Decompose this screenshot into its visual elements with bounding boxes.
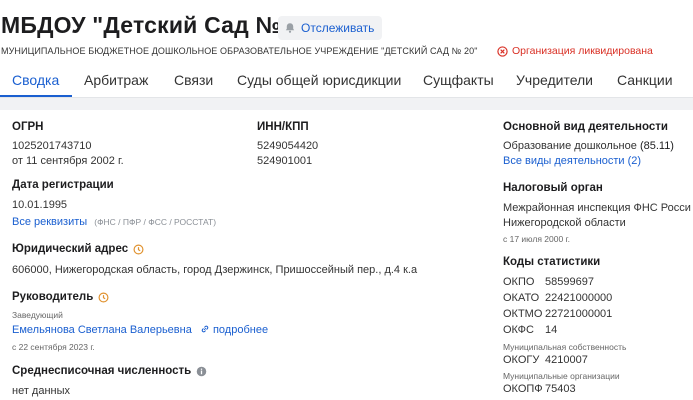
head-label: Руководитель	[12, 291, 109, 303]
tax-since: с 17 июля 2000 г.	[503, 234, 570, 244]
activity-code: (85.11)	[639, 140, 674, 152]
okpo-row: ОКПО 58599697	[503, 276, 594, 288]
tab-founders[interactable]: Учредители	[516, 72, 593, 88]
kpp-value: 524901001	[257, 155, 313, 167]
head-name-link[interactable]: Емельянова Светлана Валерьевна	[12, 324, 192, 336]
activity-value: Образование дошкольное	[503, 140, 637, 152]
head-since: с 22 сентября 2023 г.	[12, 342, 95, 352]
tab-facts[interactable]: Сущфакты	[423, 72, 494, 88]
inn-value: 5249054420	[257, 140, 319, 152]
tab-summary[interactable]: Сводка	[12, 72, 59, 88]
bell-icon	[285, 23, 295, 33]
stats-label: Коды статистики	[503, 256, 601, 268]
okato-key: ОКАТО	[503, 292, 540, 304]
okfs-value: 14	[545, 324, 558, 336]
details-note: (ФНС / ПФР / ФСС / РОССТАТ)	[94, 217, 217, 227]
tab-links[interactable]: Связи	[174, 72, 213, 88]
tab-bar: Сводка Арбитраж Связи Суды общей юрисдик…	[0, 64, 693, 98]
tax-line2: Нижегородской области	[503, 217, 626, 229]
header-area: МБДОУ "Детский Сад № 20" Отслеживать МУН…	[0, 0, 693, 110]
tax-label: Налоговый орган	[503, 182, 603, 194]
tax-line1: Межрайонная инспекция ФНС Росси	[503, 202, 691, 214]
summary-panel: ОГРН 1025201743710 от 11 сентября 2002 г…	[0, 110, 693, 400]
oktmo-row: ОКТМО 22721000001	[503, 308, 612, 320]
clock-icon[interactable]	[133, 244, 144, 255]
address-label-text: Юридический адрес	[12, 243, 129, 255]
section-gap	[0, 98, 693, 110]
inn-label: ИНН/КПП	[257, 121, 309, 133]
headcount-label: Среднесписочная численность	[12, 365, 207, 377]
more-link-wrap[interactable]: подробнее	[200, 324, 268, 336]
oktmo-key: ОКТМО	[503, 308, 543, 320]
okopf-key: ОКОПФ	[503, 383, 543, 395]
tab-arbitration[interactable]: Арбитраж	[84, 72, 148, 88]
okogu-key: ОКОГУ	[503, 354, 540, 366]
registration-label: Дата регистрации	[12, 179, 114, 191]
okogu-note: Муниципальные организации	[503, 371, 620, 381]
info-icon[interactable]	[196, 366, 207, 377]
okopf-value: 75403	[545, 383, 576, 395]
okogu-value: 4210007	[545, 354, 588, 366]
activity-value-row: Образование дошкольное (85.11)	[503, 140, 674, 152]
okato-value: 22421000000	[545, 292, 613, 304]
head-more-link[interactable]: подробнее	[213, 324, 268, 336]
follow-label: Отслеживать	[301, 21, 375, 35]
ogrn-value: 1025201743710	[12, 140, 92, 152]
activity-label: Основной вид деятельности	[503, 121, 668, 133]
okopf-row: ОКОПФ 75403	[503, 383, 576, 395]
okfs-note: Муниципальная собственность	[503, 342, 627, 352]
address-value: 606000, Нижегородская область, город Дзе…	[12, 264, 418, 276]
status-badge: Организация ликвидирована	[497, 45, 653, 57]
ogrn-label: ОГРН	[12, 121, 44, 133]
close-circle-icon	[497, 45, 508, 57]
tab-courts[interactable]: Суды общей юрисдикции	[237, 72, 401, 88]
head-label-text: Руководитель	[12, 291, 94, 303]
okpo-value: 58599697	[545, 276, 594, 288]
clock-icon[interactable]	[98, 292, 109, 303]
ogrn-date: от 11 сентября 2002 г.	[12, 155, 124, 167]
oktmo-value: 22721000001	[545, 308, 613, 320]
follow-button[interactable]: Отслеживать	[278, 16, 383, 40]
okfs-row: ОКФС 14	[503, 324, 557, 336]
head-position: Заведующий	[12, 310, 63, 320]
okogu-row: ОКОГУ 4210007	[503, 354, 588, 366]
okpo-key: ОКПО	[503, 276, 535, 288]
page-title: МБДОУ "Детский Сад № 20"	[1, 12, 326, 38]
address-label: Юридический адрес	[12, 243, 144, 255]
link-icon	[201, 325, 209, 333]
headcount-label-text: Среднесписочная численность	[12, 365, 192, 377]
okato-row: ОКАТО 22421000000	[503, 292, 612, 304]
full-legal-name: МУНИЦИПАЛЬНОЕ БЮДЖЕТНОЕ ДОШКОЛЬНОЕ ОБРАЗ…	[1, 46, 478, 56]
status-text: Организация ликвидирована	[512, 45, 653, 57]
tab-sanctions[interactable]: Санкции	[617, 72, 673, 88]
all-details-link[interactable]: Все реквизиты	[12, 216, 87, 228]
registration-date: 10.01.1995	[12, 199, 68, 211]
all-activities-link[interactable]: Все виды деятельности (2)	[503, 155, 641, 167]
details-row: Все реквизиты (ФНС / ПФР / ФСС / РОССТАТ…	[12, 216, 216, 228]
head-row: Емельянова Светлана Валерьевна подробнее	[12, 324, 268, 336]
headcount-value: нет данных	[12, 385, 71, 397]
okfs-key: ОКФС	[503, 324, 534, 336]
